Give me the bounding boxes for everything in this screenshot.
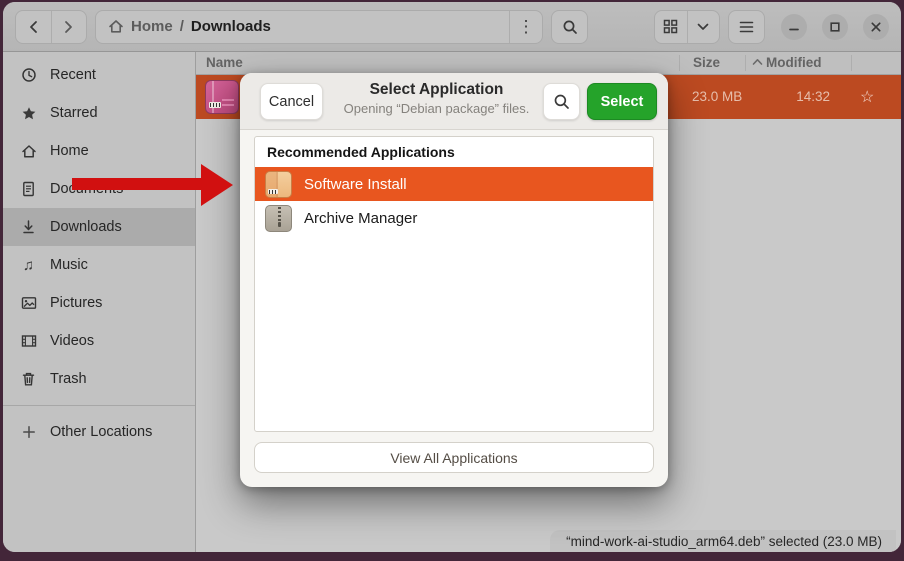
star-outline-icon[interactable]: ☆ (860, 87, 874, 107)
search-icon (553, 93, 570, 110)
deb-package-file-icon (205, 80, 239, 114)
star-icon (20, 106, 37, 121)
desktop: { "titlebar": { "breadcrumb": { "home": … (0, 0, 904, 561)
select-application-dialog: Cancel Select Application Opening “Debia… (240, 73, 668, 487)
status-text: “mind-work-ai-studio_arm64.deb” selected… (566, 534, 882, 549)
close-icon (870, 21, 882, 33)
sidebar-item-label: Trash (50, 371, 87, 387)
grid-view-icon (663, 19, 678, 34)
zip-archive-icon (265, 205, 292, 232)
app-row-archive-manager[interactable]: Archive Manager (255, 201, 653, 235)
plus-icon (20, 425, 37, 439)
sidebar-item-label: Home (50, 143, 89, 159)
close-button[interactable] (863, 14, 889, 40)
sidebar-item-label: Documents (50, 181, 123, 197)
hamburger-menu-icon (739, 21, 754, 33)
app-row-software-install[interactable]: Software Install (255, 167, 653, 201)
sidebar-item-downloads[interactable]: Downloads (3, 208, 195, 246)
grid-view-button[interactable] (655, 11, 687, 43)
sidebar-item-other-locations[interactable]: Other Locations (3, 413, 195, 451)
minimize-button[interactable] (781, 14, 807, 40)
file-list-header: Name Size Modified (196, 52, 901, 75)
sidebar-item-pictures[interactable]: Pictures (3, 284, 195, 322)
column-header-modified[interactable]: Modified (766, 55, 822, 70)
sidebar-item-label: Videos (50, 333, 94, 349)
select-button[interactable]: Select (587, 83, 657, 120)
search-icon (562, 19, 578, 35)
breadcrumb-home[interactable]: Home (131, 18, 173, 35)
chevron-right-icon (64, 20, 73, 34)
sidebar-item-videos[interactable]: Videos (3, 322, 195, 360)
sidebar-item-recent[interactable]: Recent (3, 56, 195, 94)
sidebar-separator (3, 405, 195, 406)
file-size-cell: 23.0 MB (692, 89, 742, 104)
forward-button[interactable] (51, 11, 87, 43)
trash-icon (20, 371, 37, 387)
dialog-search-button[interactable] (543, 83, 580, 120)
titlebar: Home / Downloads ⋮ (3, 2, 901, 52)
sidebar-item-trash[interactable]: Trash (3, 360, 195, 398)
chevron-left-icon (29, 20, 38, 34)
view-all-applications-button[interactable]: View All Applications (254, 442, 654, 473)
sidebar-item-label: Music (50, 257, 88, 273)
column-divider[interactable] (851, 55, 852, 71)
dialog-title: Select Application (340, 81, 533, 99)
path-menu-button[interactable]: ⋮ (509, 11, 542, 43)
dialog-subtitle: Opening “Debian package” files. (340, 101, 533, 116)
sidebar-item-label: Pictures (50, 295, 102, 311)
window-controls (781, 14, 889, 40)
breadcrumb-current: Downloads (191, 18, 271, 35)
sidebar-item-label: Starred (50, 105, 98, 121)
app-name: Software Install (304, 176, 407, 193)
column-divider[interactable] (679, 55, 680, 71)
file-modified-cell: 14:32 (756, 89, 830, 104)
maximize-icon (829, 21, 841, 33)
main-menu-button[interactable] (728, 10, 765, 44)
cancel-button[interactable]: Cancel (260, 83, 323, 120)
picture-icon (20, 296, 37, 310)
sort-ascending-icon (752, 58, 763, 66)
column-header-name[interactable]: Name (206, 55, 243, 70)
application-list: Recommended Applications Software Instal… (254, 136, 654, 432)
sidebar-item-starred[interactable]: Starred (3, 94, 195, 132)
app-name: Archive Manager (304, 210, 417, 227)
clock-icon (20, 67, 37, 83)
sidebar-item-label: Other Locations (50, 424, 152, 440)
view-options-button[interactable] (687, 11, 720, 43)
breadcrumb-separator: / (180, 18, 184, 35)
back-button[interactable] (16, 11, 51, 43)
home-icon (20, 144, 37, 159)
section-header: Recommended Applications (255, 137, 653, 167)
deb-package-icon (265, 171, 292, 198)
status-bar: “mind-work-ai-studio_arm64.deb” selected… (550, 530, 896, 552)
dialog-titles: Select Application Opening “Debian packa… (340, 81, 533, 116)
chevron-down-icon (697, 23, 709, 31)
minimize-icon (788, 21, 800, 33)
document-icon (20, 181, 37, 197)
breadcrumb[interactable]: Home / Downloads ⋮ (95, 10, 543, 44)
download-icon (20, 219, 37, 235)
view-toggle-group (654, 10, 720, 44)
maximize-button[interactable] (822, 14, 848, 40)
sidebar-item-label: Downloads (50, 219, 122, 235)
column-header-size[interactable]: Size (693, 55, 720, 70)
column-divider[interactable] (745, 55, 746, 71)
history-nav-group (15, 10, 87, 44)
sidebar-item-documents[interactable]: Documents (3, 170, 195, 208)
film-icon (20, 334, 37, 348)
sidebar-item-home[interactable]: Home (3, 132, 195, 170)
home-icon (108, 19, 124, 34)
dialog-header: Cancel Select Application Opening “Debia… (240, 73, 668, 130)
sidebar-item-music[interactable]: ♫ Music (3, 246, 195, 284)
search-button[interactable] (551, 10, 588, 44)
music-note-icon: ♫ (20, 257, 37, 274)
sidebar-item-label: Recent (50, 67, 96, 83)
sidebar: Recent Starred Home Documents (3, 52, 196, 552)
three-dots-icon: ⋮ (518, 17, 535, 37)
